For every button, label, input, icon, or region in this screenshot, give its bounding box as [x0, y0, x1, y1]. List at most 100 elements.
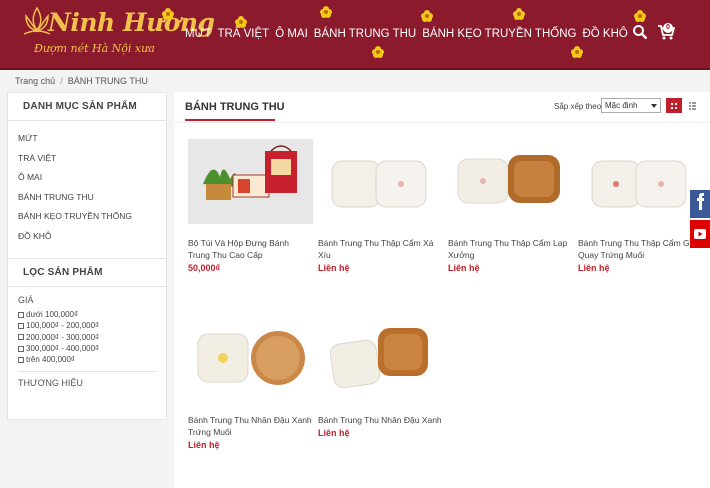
product-name[interactable]: Bánh Trung Thu Thập Cẩm Xá Xíu — [318, 237, 443, 261]
product-photo — [188, 139, 313, 224]
brand-tagline: Đượm nét Hà Nội xưa — [34, 42, 155, 55]
product-card[interactable]: Bánh Trung Thu Thập Cẩm Gà Quay Trứng Mu… — [578, 139, 703, 273]
nav-item-do-kho[interactable]: ĐỒ KHÔ — [582, 28, 627, 40]
search-icon[interactable] — [632, 24, 648, 40]
youtube-button[interactable] — [690, 220, 710, 248]
sidebar-item-o-mai[interactable]: Ô MAI — [18, 172, 166, 192]
checkbox[interactable] — [18, 356, 24, 363]
sidebar-item-banh-trung-thu[interactable]: BÁNH TRUNG THU — [18, 192, 166, 212]
nav-item-tra-viet[interactable]: TRÀ VIỆT — [217, 28, 269, 40]
product-image[interactable] — [188, 316, 313, 401]
product-name[interactable]: Bánh Trung Thu Nhân Đậu Xanh — [318, 414, 443, 426]
price-filter-option[interactable]: trên 400,000₫ — [18, 354, 156, 365]
price-range-label: dưới 100,000₫ — [26, 310, 79, 320]
price-range-label: 100,000₫ - 200,000₫ — [26, 321, 100, 331]
youtube-icon — [694, 229, 706, 239]
price-range-label: 200,000₫ - 300,000₫ — [26, 332, 100, 342]
product-price: Liên hệ — [188, 440, 220, 450]
price-range-label: 300,000₫ - 400,000₫ — [26, 344, 100, 354]
product-price: Liên hệ — [318, 428, 350, 438]
price-filter-label: GIÁ — [18, 295, 34, 305]
product-name[interactable]: Bộ Túi Và Hộp Đựng Bánh Trung Thu Cao Cấ… — [188, 237, 313, 261]
sidebar-item-tra-viet[interactable]: TRÀ VIỆT — [18, 153, 166, 173]
grid-icon — [675, 103, 677, 105]
price-filter-option[interactable]: dưới 100,000₫ — [18, 309, 156, 320]
checkbox[interactable] — [18, 322, 24, 329]
sort-select-value: Mặc định — [605, 101, 638, 110]
product-name[interactable]: Bánh Trung Thu Thập Cẩm Gà Quay Trứng Mu… — [578, 237, 703, 261]
brand-filter-label[interactable]: THƯƠNG HIỆU — [8, 372, 166, 394]
breadcrumb-current: BÁNH TRUNG THU — [67, 76, 148, 86]
product-listing: BÁNH TRUNG THU Sắp xếp theo: Mặc định Bộ… — [174, 92, 710, 488]
blossom-icon — [513, 8, 525, 20]
product-price: Liên hệ — [318, 263, 350, 273]
blossom-icon — [634, 10, 646, 22]
nav-item-mut[interactable]: MỨT — [185, 28, 211, 40]
product-photo — [591, 160, 687, 208]
divider — [174, 122, 710, 123]
product-image[interactable] — [448, 139, 573, 224]
grid-icon — [675, 107, 677, 109]
category-list: MỨT TRÀ VIỆT Ô MAI BÁNH TRUNG THU BÁNH K… — [8, 121, 166, 250]
product-price: Liên hệ — [448, 263, 480, 273]
page-title: BÁNH TRUNG THU — [185, 101, 285, 113]
nav-item-banh-keo-truyen-thong[interactable]: BÁNH KẸO TRUYỀN THỐNG — [422, 28, 576, 40]
sidebar-item-banh-keo-truyen-thong[interactable]: BÁNH KẸO TRUYỀN THỐNG — [18, 211, 166, 231]
product-card[interactable]: Bánh Trung Thu Thập Cẩm Lạp Xưởng Liên h… — [448, 139, 573, 273]
price-filter-option[interactable]: 200,000₫ - 300,000₫ — [18, 332, 156, 343]
grid-icon — [671, 107, 673, 109]
product-photo — [331, 160, 427, 208]
facebook-button[interactable] — [690, 190, 710, 218]
breadcrumb-separator: / — [60, 76, 63, 86]
blossom-icon — [571, 46, 583, 58]
product-card[interactable]: Bánh Trung Thu Thập Cẩm Xá Xíu Liên hệ — [318, 139, 443, 273]
sort-label: Sắp xếp theo: — [554, 102, 604, 111]
blossom-icon — [162, 8, 174, 20]
breadcrumb: Trang chủ / BÁNH TRUNG THU — [15, 76, 148, 86]
sidebar: DANH MỤC SẢN PHẨM MỨT TRÀ VIỆT Ô MAI BÁN… — [7, 92, 167, 420]
nav-item-banh-trung-thu[interactable]: BÁNH TRUNG THU — [314, 28, 416, 40]
nav-item-o-mai[interactable]: Ô MAI — [275, 28, 308, 40]
main-nav: MỨT TRÀ VIỆT Ô MAI BÁNH TRUNG THU BÁNH K… — [185, 28, 628, 40]
checkbox[interactable] — [18, 334, 24, 341]
blossom-icon — [235, 16, 247, 28]
breadcrumb-home[interactable]: Trang chủ — [15, 76, 55, 86]
site-logo[interactable]: Ninh Hương Đượm nét Hà Nội xưa — [12, 4, 215, 64]
list-view-button[interactable] — [685, 98, 699, 113]
sort-select[interactable]: Mặc định — [601, 98, 661, 113]
title-underline — [185, 119, 275, 121]
blossom-icon — [320, 6, 332, 18]
blossom-icon — [372, 46, 384, 58]
product-image[interactable] — [318, 139, 443, 224]
product-photo — [197, 331, 305, 385]
sidebar-item-do-kho[interactable]: ĐỒ KHÔ — [18, 231, 166, 251]
checkbox[interactable] — [18, 311, 24, 318]
product-image[interactable] — [188, 139, 313, 224]
site-header: Ninh Hương Đượm nét Hà Nội xưa MỨT TRÀ V… — [0, 0, 710, 70]
product-image[interactable] — [578, 139, 703, 224]
blossom-icon — [421, 10, 433, 22]
chevron-down-icon — [651, 104, 657, 108]
product-name[interactable]: Bánh Trung Thu Thập Cẩm Lạp Xưởng — [448, 237, 573, 261]
cart-count-badge: 0 — [663, 23, 673, 33]
price-filter-list: dưới 100,000₫ 100,000₫ - 200,000₫ 200,00… — [8, 309, 166, 365]
categories-title: DANH MỤC SẢN PHẨM — [23, 101, 137, 112]
sidebar-item-mut[interactable]: MỨT — [18, 133, 166, 153]
product-price: Liên hệ — [578, 263, 610, 273]
product-card[interactable]: Bánh Trung Thu Nhân Đậu Xanh Liên hệ — [318, 316, 443, 438]
price-filter-option[interactable]: 300,000₫ - 400,000₫ — [18, 343, 156, 354]
product-photo — [457, 155, 560, 204]
product-image[interactable] — [318, 316, 443, 401]
price-filter-option[interactable]: 100,000₫ - 200,000₫ — [18, 320, 156, 331]
filter-title: LỌC SẢN PHẨM — [23, 267, 103, 278]
product-card[interactable]: Bộ Túi Và Hộp Đựng Bánh Trung Thu Cao Cấ… — [188, 139, 313, 273]
product-price: 50,000₫ — [188, 263, 221, 273]
grid-icon — [671, 103, 673, 105]
price-range-label: trên 400,000₫ — [26, 355, 76, 365]
grid-view-button[interactable] — [666, 98, 682, 113]
product-card[interactable]: Bánh Trung Thu Nhân Đậu Xanh Trứng Muối … — [188, 316, 313, 450]
facebook-icon — [697, 193, 704, 210]
checkbox[interactable] — [18, 345, 24, 352]
product-name[interactable]: Bánh Trung Thu Nhân Đậu Xanh Trứng Muối — [188, 414, 313, 438]
product-photo — [329, 328, 428, 389]
